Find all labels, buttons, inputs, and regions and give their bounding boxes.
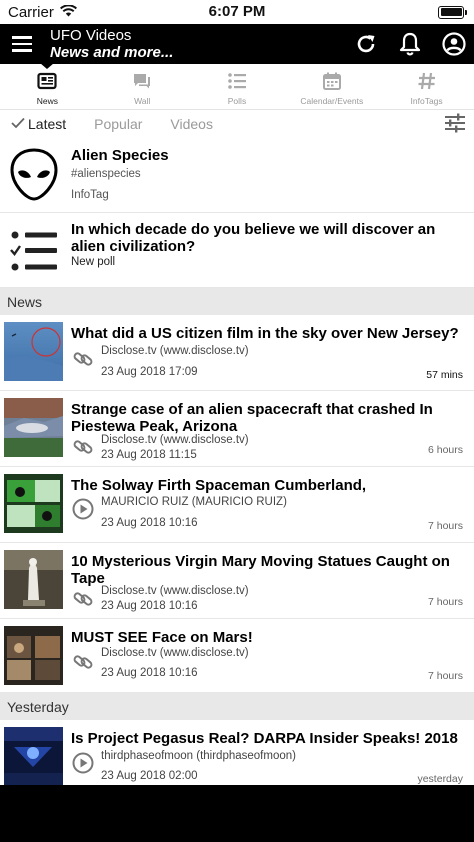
filter-popular[interactable]: Popular (94, 116, 142, 132)
news-time-ago: 6 hours (427, 444, 463, 456)
news-title: What did a US citizen film in the sky ov… (71, 325, 459, 342)
play-icon (72, 752, 94, 779)
tab-news[interactable]: News (0, 63, 95, 109)
news-source: Disclose.tv (www.disclose.tv) (101, 585, 249, 597)
play-icon (72, 498, 94, 525)
section-yesterday: Yesterday (0, 693, 474, 720)
news-item[interactable]: Is Project Pegasus Real? DARPA Insider S… (0, 720, 474, 785)
news-thumbnail (4, 398, 63, 457)
news-source: thirdphaseofmoon (thirdphaseofmoon) (101, 750, 296, 762)
calendar-icon (322, 72, 342, 92)
news-item[interactable]: The Solway Firth Spaceman Cumberland, MA… (0, 467, 474, 543)
tab-wall[interactable]: Wall (95, 64, 190, 109)
link-icon (72, 651, 94, 678)
news-source: MAURICIO RUIZ (MAURICIO RUIZ) (101, 496, 287, 508)
news-time-ago: 7 hours (427, 520, 463, 532)
hashtag-icon (417, 72, 437, 92)
news-item[interactable]: Strange case of an alien spacecraft that… (0, 391, 474, 467)
status-bar: Carrier 6:07 PM (0, 0, 474, 24)
infotag-card[interactable]: Alien Species #alienspecies InfoTag (0, 137, 474, 213)
news-item[interactable]: What did a US citizen film in the sky ov… (0, 315, 474, 391)
news-time-ago: yesterday (417, 773, 463, 785)
infotag-type: InfoTag (71, 189, 109, 201)
bell-icon[interactable] (398, 32, 422, 56)
alien-icon (9, 148, 59, 207)
poll-list-icon (9, 229, 59, 280)
profile-icon[interactable] (442, 32, 466, 56)
news-title: MUST SEE Face on Mars! (71, 629, 253, 646)
poll-title: In which decade do you believe we will d… (71, 221, 436, 255)
news-date: 23 Aug 2018 10:16 (101, 600, 198, 612)
news-thumbnail (4, 474, 63, 533)
news-source: Disclose.tv (www.disclose.tv) (101, 434, 249, 446)
newspaper-icon (37, 72, 57, 92)
filter-latest-label: Latest (28, 115, 67, 132)
news-thumbnail (4, 727, 63, 785)
tab-bar: News Wall Polls Calendar/Events InfoTags (0, 63, 474, 110)
tab-wall-label: Wall (134, 95, 151, 106)
app-title: UFO Videos (50, 27, 132, 44)
link-icon (72, 588, 94, 615)
news-title: The Solway Firth Spaceman Cumberland, (71, 477, 367, 494)
tab-news-label: News (36, 95, 59, 106)
link-icon (72, 436, 94, 463)
tab-polls-label: Polls (227, 95, 247, 106)
news-date: 23 Aug 2018 10:16 (101, 517, 198, 529)
tab-calendar-label: Calendar/Events (300, 95, 364, 106)
infotag-title: Alien Species (71, 147, 169, 164)
filter-latest[interactable]: Latest (11, 116, 66, 132)
news-date: 23 Aug 2018 17:09 (101, 366, 198, 378)
news-time-ago: 57 mins (426, 369, 463, 381)
news-thumbnail (4, 322, 63, 381)
news-date: 23 Aug 2018 11:15 (101, 449, 197, 461)
poll-card[interactable]: In which decade do you believe we will d… (0, 213, 474, 288)
refresh-icon[interactable] (354, 32, 378, 56)
news-item[interactable]: 10 Mysterious Virgin Mary Moving Statues… (0, 543, 474, 619)
filter-videos[interactable]: Videos (170, 116, 213, 132)
news-time-ago: 7 hours (427, 596, 463, 608)
section-news: News (0, 288, 474, 315)
app-header: UFO Videos News and more... (0, 24, 474, 64)
news-item[interactable]: MUST SEE Face on Mars! Disclose.tv (www.… (0, 619, 474, 693)
news-date: 23 Aug 2018 10:16 (101, 667, 198, 679)
clock: 6:07 PM (208, 3, 266, 20)
tab-calendar-events[interactable]: Calendar/Events (284, 64, 379, 109)
news-time-ago: 7 hours (427, 670, 463, 682)
app-subtitle: News and more... (50, 44, 174, 61)
battery-icon (438, 5, 467, 19)
news-title: Is Project Pegasus Real? DARPA Insider S… (71, 730, 458, 747)
infotag-hashtag: #alienspecies (71, 168, 141, 180)
news-source: Disclose.tv (www.disclose.tv) (101, 647, 249, 659)
menu-icon[interactable] (0, 24, 44, 64)
news-title: Strange case of an alien spacecraft that… (71, 401, 433, 435)
news-title: 10 Mysterious Virgin Mary Moving Statues… (71, 553, 450, 587)
list-icon (227, 72, 247, 92)
news-thumbnail (4, 626, 63, 685)
chat-icon (132, 72, 152, 92)
news-source: Disclose.tv (www.disclose.tv) (101, 345, 249, 357)
tab-polls[interactable]: Polls (190, 64, 285, 109)
poll-type: New poll (71, 256, 116, 268)
news-date: 23 Aug 2018 02:00 (101, 770, 198, 782)
app-screen: Carrier 6:07 PM UFO Videos News and more… (0, 0, 474, 785)
checkmark-icon (11, 116, 25, 132)
filter-bar: Latest Popular Videos (0, 110, 474, 137)
link-icon (72, 348, 94, 375)
news-thumbnail (4, 550, 63, 609)
tab-infotags[interactable]: InfoTags (379, 64, 474, 109)
tab-infotags-label: InfoTags (410, 95, 443, 106)
sliders-icon[interactable] (444, 112, 466, 137)
